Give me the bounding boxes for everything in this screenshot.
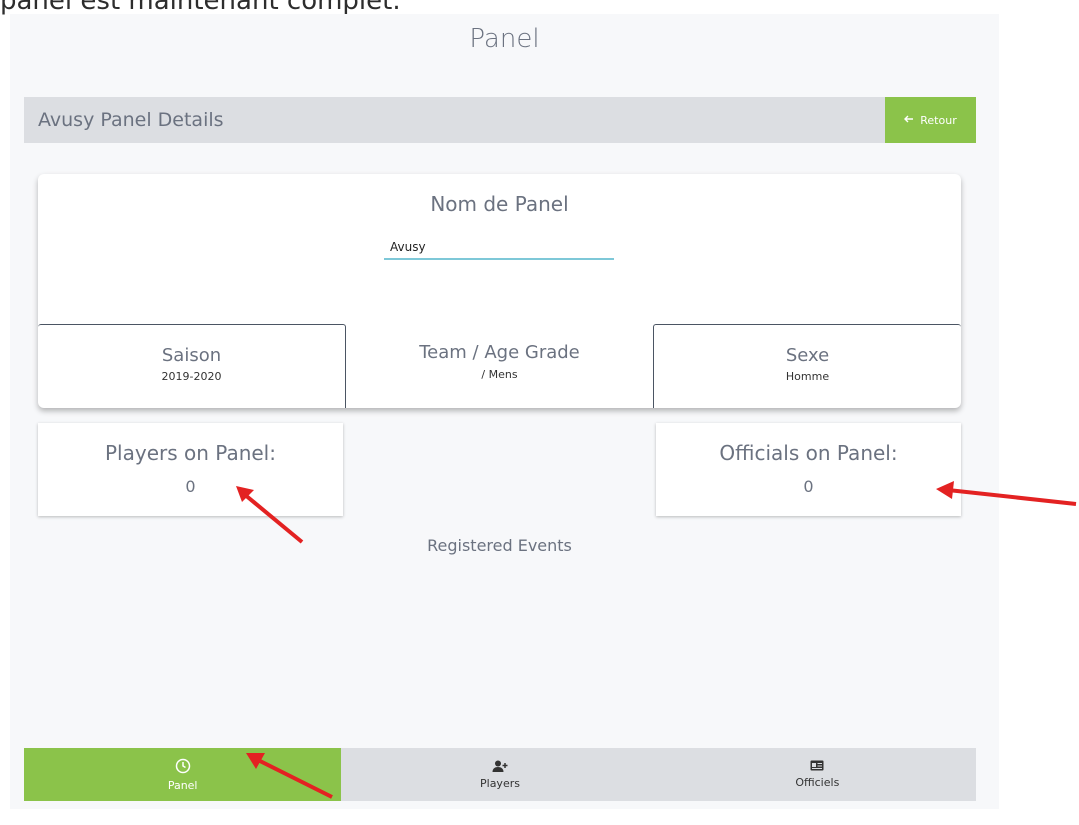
nav-tab-players[interactable]: Players — [341, 748, 658, 801]
nav-tab-officials[interactable]: Officiels — [659, 748, 976, 801]
officials-on-panel-count: 0 — [803, 477, 814, 496]
id-card-icon — [810, 760, 824, 774]
details-title: Avusy Panel Details — [38, 109, 224, 131]
sex-value: Homme — [785, 370, 830, 383]
annotation-arrow-officials — [936, 481, 1077, 506]
registered-events-heading: Registered Events — [427, 536, 572, 555]
team-age-grade-box: Team / Age Grade / Mens — [346, 324, 653, 408]
back-button-label: Retour — [920, 113, 957, 127]
details-header-bar: Avusy Panel Details Retour — [24, 97, 976, 143]
season-value: 2019-2020 — [161, 370, 222, 383]
officials-on-panel-label: Officials on Panel: — [719, 441, 898, 465]
annotation-arrow-players — [236, 486, 304, 544]
season-label: Saison — [161, 345, 222, 366]
panel-name-input[interactable] — [384, 236, 614, 260]
sex-label: Sexe — [785, 345, 830, 366]
bottom-nav: Panel Players Officiels — [24, 748, 976, 801]
page-title: Panel — [469, 24, 540, 54]
back-button[interactable]: Retour — [885, 97, 976, 143]
players-on-panel-label: Players on Panel: — [105, 441, 276, 465]
annotation-arrow-panel-tab — [246, 753, 333, 799]
panel-info-card: Nom de Panel Saison 2019-2020 Team / Age… — [38, 174, 961, 408]
clock-icon — [175, 758, 191, 777]
add-user-icon — [492, 760, 508, 775]
nav-tab-panel-label: Panel — [167, 778, 198, 792]
team-age-grade-label: Team / Age Grade — [419, 342, 580, 363]
nav-tab-players-label: Players — [480, 776, 520, 790]
team-age-grade-value: / Mens — [481, 368, 518, 381]
app-window: Panel Avusy Panel Details Retour Nom de … — [10, 14, 999, 809]
nav-tab-officials-label: Officiels — [795, 776, 840, 789]
season-box: Saison 2019-2020 — [38, 324, 346, 408]
panel-name-label: Nom de Panel — [430, 192, 569, 216]
sex-box: Sexe Homme — [653, 324, 961, 408]
arrow-left-icon — [904, 114, 914, 127]
officials-on-panel-card: Officials on Panel: 0 — [656, 423, 961, 516]
